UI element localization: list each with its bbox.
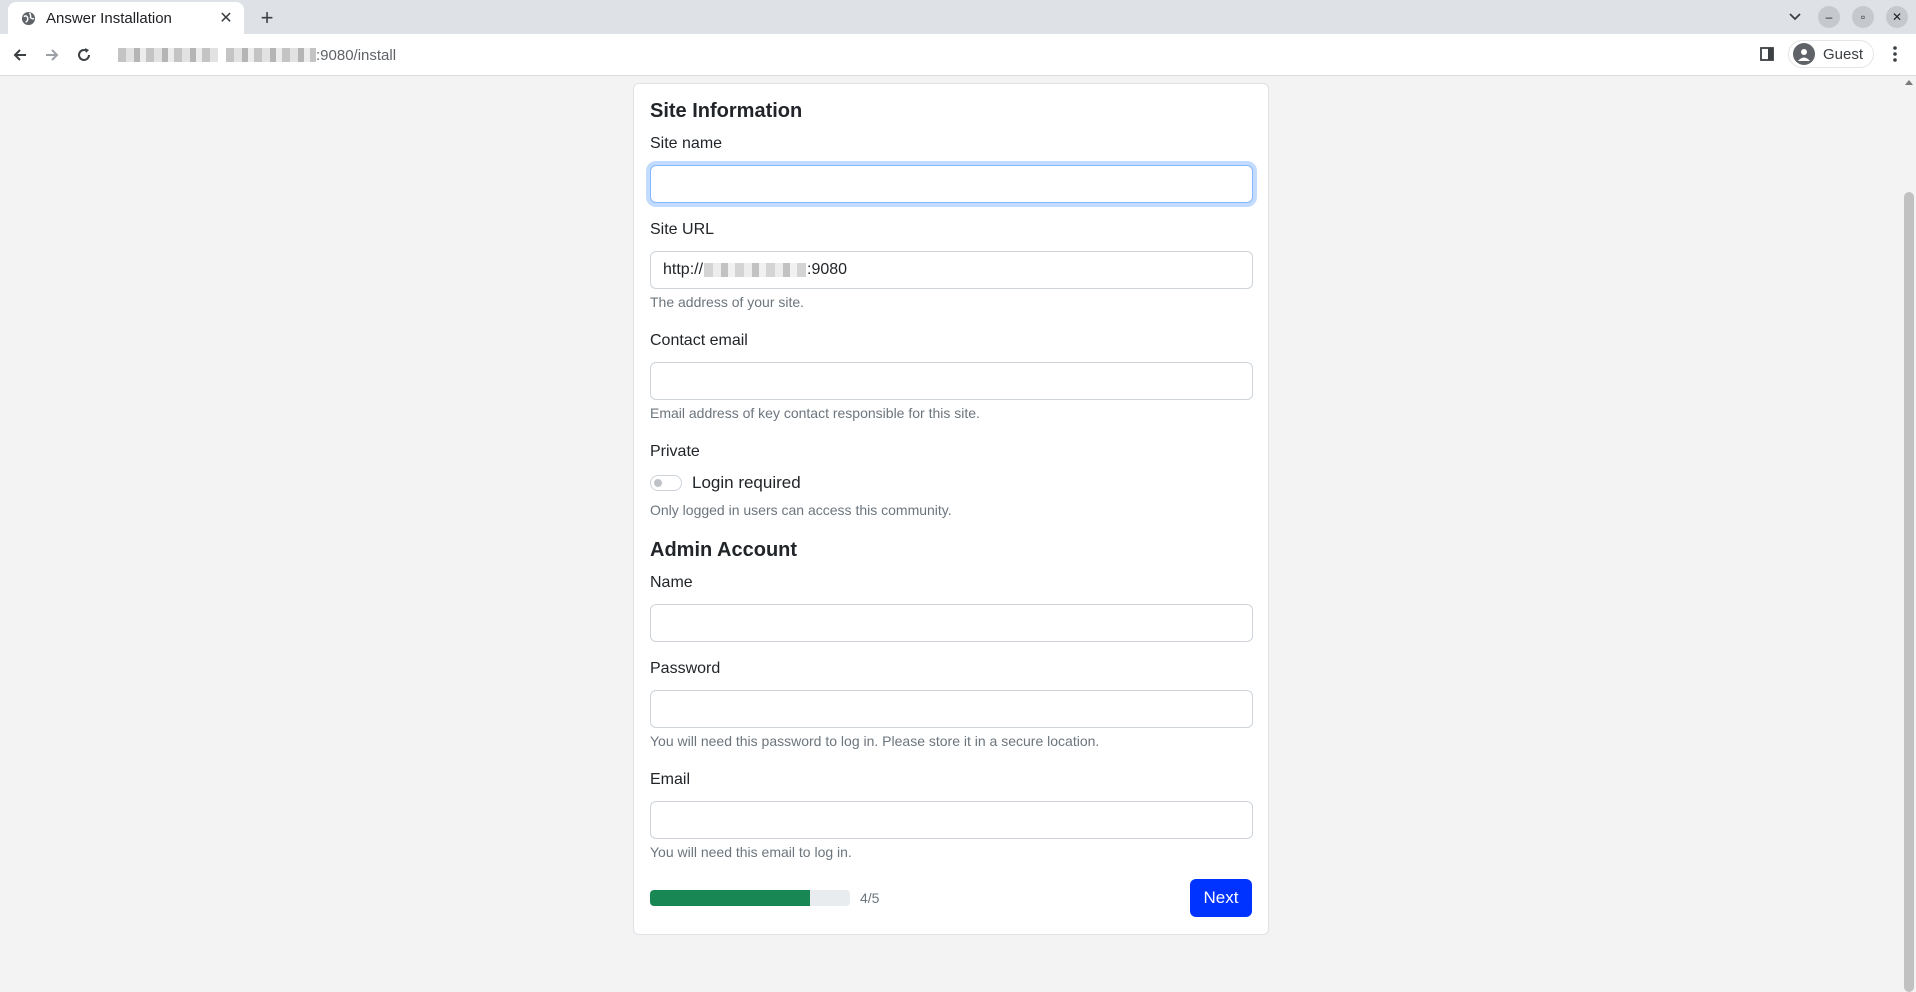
new-tab-icon[interactable]: + (255, 5, 279, 30)
install-progress: 4/5 (650, 890, 879, 906)
profile-button[interactable]: Guest (1787, 40, 1874, 68)
close-window-icon[interactable]: ✕ (1886, 6, 1908, 28)
url-redacted-host (118, 48, 218, 62)
site-url-prefix: http:// (663, 261, 704, 278)
next-button[interactable]: Next (1190, 879, 1252, 917)
toolbar-right: Guest (1756, 40, 1906, 68)
contact-email-help: Email address of key contact responsible… (650, 405, 980, 421)
close-icon[interactable]: ✕ (216, 8, 236, 28)
site-url-redacted-host (704, 263, 807, 277)
window-controls: – ▫ ✕ (1784, 6, 1908, 28)
email-input[interactable] (650, 801, 1253, 839)
login-required-toggle[interactable] (650, 475, 682, 491)
admin-name-label: Name (650, 574, 693, 591)
password-label: Password (650, 660, 721, 677)
scroll-up-arrow-icon[interactable] (1905, 80, 1913, 85)
admin-name-input[interactable] (650, 604, 1253, 642)
private-help: Only logged in users can access this com… (650, 502, 952, 518)
progress-bar (650, 890, 850, 906)
reload-icon[interactable] (72, 43, 96, 67)
site-url-suffix: :9080 (807, 261, 848, 278)
section-title-site-information: Site Information (650, 100, 803, 122)
browser-toolbar: :9080/install Guest (0, 34, 1916, 76)
progress-bar-fill (650, 890, 810, 906)
login-required-label[interactable]: Login required (692, 473, 801, 493)
maximize-icon[interactable]: ▫ (1852, 6, 1874, 28)
url-redacted-host-2 (226, 48, 316, 62)
chevron-down-icon[interactable] (1784, 6, 1806, 28)
profile-label: Guest (1822, 45, 1863, 63)
globe-icon (20, 10, 36, 26)
side-panel-icon[interactable] (1756, 43, 1778, 65)
email-label: Email (650, 771, 691, 788)
private-label: Private (650, 443, 700, 460)
email-help: You will need this email to log in. (650, 844, 852, 860)
more-vert-icon[interactable] (1884, 43, 1906, 65)
address-bar[interactable]: :9080/install (104, 39, 1754, 71)
minimize-icon[interactable]: – (1818, 6, 1840, 28)
back-arrow-icon[interactable] (8, 43, 32, 67)
site-name-label: Site name (650, 135, 723, 152)
password-help: You will need this password to log in. P… (650, 733, 1100, 749)
site-name-input[interactable] (650, 165, 1253, 203)
contact-email-input[interactable] (650, 362, 1253, 400)
person-icon (1792, 43, 1815, 65)
install-form-card: Site Information Site name Site URL http… (633, 83, 1269, 935)
toggle-knob (654, 479, 662, 487)
login-required-row: Login required (650, 473, 801, 493)
site-url-help: The address of your site. (650, 294, 805, 310)
forward-arrow-icon[interactable] (40, 43, 64, 67)
url-text: :9080/install (316, 46, 397, 64)
browser-tab[interactable]: Answer Installation ✕ (8, 2, 244, 34)
scrollbar-thumb[interactable] (1904, 192, 1914, 992)
progress-step-text: 4/5 (860, 890, 880, 906)
contact-email-label: Contact email (650, 332, 748, 349)
tab-title: Answer Installation (46, 9, 172, 27)
site-url-input[interactable]: http:// :9080 (650, 251, 1253, 289)
tab-strip: Answer Installation ✕ + – ▫ ✕ (0, 0, 1916, 34)
section-title-admin-account: Admin Account (650, 539, 798, 561)
password-input[interactable] (650, 690, 1253, 728)
site-url-label: Site URL (650, 221, 715, 238)
